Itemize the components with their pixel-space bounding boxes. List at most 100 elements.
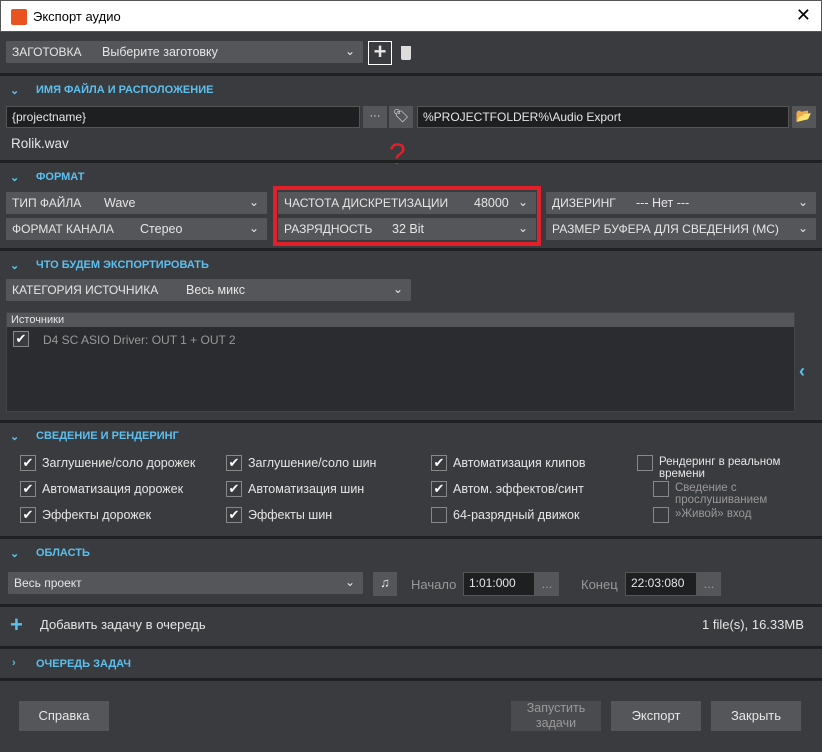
section-what[interactable]: ЧТО БУДЕМ ЭКСПОРТИРОВАТЬ [36, 259, 209, 271]
section-mix[interactable]: СВЕДЕНИЕ И РЕНДЕРИНГ [36, 430, 179, 442]
checkbox-label: Эффекты дорожек [42, 508, 152, 522]
checkbox-label: Сведение с прослушиванием [675, 482, 768, 506]
checkbox[interactable]: ✔ [13, 331, 29, 347]
help-button[interactable]: Справка [19, 701, 109, 731]
checkbox[interactable] [637, 455, 653, 471]
label: ФОРМАТ КАНАЛА [12, 222, 114, 236]
chevron-left-icon[interactable]: ‹ [799, 361, 805, 382]
end-label: Конец [581, 577, 618, 592]
tag-icon[interactable]: 🏷 [389, 106, 413, 128]
end-input[interactable]: 22:03:080 [625, 572, 697, 596]
sample-rate-dropdown[interactable]: ЧАСТОТА ДИСКРЕТИЗАЦИИ 48000 ⌄ [278, 192, 536, 214]
source-category-dropdown[interactable]: КАТЕГОРИЯ ИСТОЧНИКА Весь микс ⌄ [6, 279, 411, 301]
value: Wave [104, 196, 136, 210]
checkbox[interactable] [653, 507, 669, 523]
preset-dropdown[interactable]: ЗАГОТОВКА Выберите заготовку ⌄ [6, 41, 363, 63]
section-format[interactable]: ФОРМАТ [36, 171, 84, 183]
checkbox[interactable]: ✔ [431, 481, 447, 497]
chevron-down-icon[interactable]: ⌄ [10, 430, 19, 443]
checkbox-label: Эффекты шин [248, 508, 333, 522]
checkbox[interactable]: ✔ [20, 507, 36, 523]
result-filename: Rolik.wav [11, 136, 69, 151]
export-summary: 1 file(s), 16.33MB [702, 617, 804, 632]
app-icon [11, 9, 27, 25]
preset-label: ЗАГОТОВКА [12, 45, 82, 59]
plus-icon[interactable]: + [10, 612, 23, 638]
close-button[interactable]: Закрыть [711, 701, 801, 731]
label: ЧАСТОТА ДИСКРЕТИЗАЦИИ [284, 196, 449, 210]
chevron-down-icon: ⌄ [344, 44, 355, 58]
label: ДИЗЕРИНГ [552, 196, 616, 210]
value: Весь проект [14, 576, 82, 590]
start-input[interactable]: 1:01:000 [463, 572, 535, 596]
value: 32 Bit [392, 222, 424, 236]
value: Весь микс [186, 283, 245, 297]
chevron-down-icon: ⌄ [517, 195, 528, 209]
checkbox[interactable]: ✔ [226, 481, 242, 497]
chevron-down-icon: ⌄ [248, 195, 259, 209]
bit-depth-dropdown[interactable]: РАЗРЯДНОСТЬ 32 Bit ⌄ [278, 218, 536, 240]
checkbox-label: Автоматизация шин [248, 482, 365, 496]
checkbox-label: Автом. эффектов/синт [453, 482, 584, 496]
checkbox-label: Автоматизация клипов [453, 456, 586, 470]
folder-icon[interactable]: 📂 [792, 106, 816, 128]
end-picker-button[interactable]: ... [697, 572, 721, 596]
file-type-dropdown[interactable]: ТИП ФАЙЛА Wave ⌄ [6, 192, 267, 214]
filename-options-button[interactable]: ··· [363, 106, 387, 128]
export-button[interactable]: Экспорт [611, 701, 701, 731]
chevron-down-icon: ⌄ [248, 221, 259, 235]
add-to-queue-button[interactable]: Добавить задачу в очередь [40, 617, 206, 632]
add-preset-icon[interactable]: + [368, 41, 392, 65]
checkbox[interactable]: ✔ [20, 455, 36, 471]
list-item[interactable]: ✔ D4 SC ASIO Driver: OUT 1 + OUT 2 [7, 327, 794, 349]
path-input[interactable]: %PROJECTFOLDER%\Audio Export [417, 106, 789, 128]
source-label: D4 SC ASIO Driver: OUT 1 + OUT 2 [43, 333, 236, 347]
chevron-down-icon: ⌄ [797, 195, 808, 209]
start-picker-button[interactable]: ... [535, 572, 559, 596]
checkbox[interactable] [431, 507, 447, 523]
close-icon[interactable]: ✕ [796, 5, 811, 26]
chevron-down-icon: ⌄ [797, 221, 808, 235]
run-tasks-button[interactable]: Запустить задачи [511, 701, 601, 731]
trash-icon[interactable] [401, 46, 411, 60]
chevron-down-icon: ⌄ [344, 575, 355, 589]
value: 48000 [474, 196, 509, 210]
chevron-down-icon[interactable]: ⌄ [10, 547, 19, 560]
section-queue[interactable]: ОЧЕРЕДЬ ЗАДАЧ [36, 658, 131, 670]
checkbox[interactable]: ✔ [226, 507, 242, 523]
title-bar: Экспорт аудио ✕ [0, 0, 822, 32]
value: --- Нет --- [636, 196, 690, 210]
checkbox-label: »Живой» вход [675, 508, 752, 520]
music-note-icon[interactable]: ♫ [373, 572, 397, 596]
section-file[interactable]: ИМЯ ФАЙЛА И РАСПОЛОЖЕНИЕ [36, 84, 213, 96]
checkbox[interactable] [653, 481, 669, 497]
channel-format-dropdown[interactable]: ФОРМАТ КАНАЛА Стерео ⌄ [6, 218, 267, 240]
checkbox[interactable]: ✔ [20, 481, 36, 497]
chevron-down-icon[interactable]: ⌄ [10, 171, 19, 184]
chevron-down-icon[interactable]: ⌄ [10, 84, 19, 97]
annotation-question-mark: ? [389, 138, 406, 171]
chevron-down-icon: ⌄ [392, 282, 403, 296]
checkbox-label: Автоматизация дорожек [42, 482, 184, 496]
value: Стерео [140, 222, 183, 236]
chevron-down-icon[interactable]: ⌄ [10, 259, 19, 272]
buffer-size-dropdown[interactable]: РАЗМЕР БУФЕРА ДЛЯ СВЕДЕНИЯ (МС) ⌄ [546, 218, 816, 240]
checkbox-label: Заглушение/соло дорожек [42, 456, 196, 470]
label: РАЗРЯДНОСТЬ [284, 222, 373, 236]
window-title: Экспорт аудио [33, 9, 121, 24]
sources-header: Источники [7, 313, 794, 327]
filename-input[interactable]: {projectname} [6, 106, 360, 128]
label: РАЗМЕР БУФЕРА ДЛЯ СВЕДЕНИЯ (МС) [552, 222, 779, 236]
label: ТИП ФАЙЛА [12, 196, 82, 210]
checkbox-label: 64-разрядный движок [453, 508, 580, 522]
range-dropdown[interactable]: Весь проект ⌄ [8, 572, 363, 594]
checkbox-label: Рендеринг в реальном времени [659, 456, 781, 480]
label: КАТЕГОРИЯ ИСТОЧНИКА [12, 283, 159, 297]
checkbox[interactable]: ✔ [431, 455, 447, 471]
section-range[interactable]: ОБЛАСТЬ [36, 547, 90, 559]
start-label: Начало [411, 577, 457, 592]
dither-dropdown[interactable]: ДИЗЕРИНГ --- Нет --- ⌄ [546, 192, 816, 214]
checkbox[interactable]: ✔ [226, 455, 242, 471]
sources-list: Источники ✔ D4 SC ASIO Driver: OUT 1 + O… [6, 312, 795, 412]
chevron-right-icon[interactable]: › [12, 657, 16, 669]
